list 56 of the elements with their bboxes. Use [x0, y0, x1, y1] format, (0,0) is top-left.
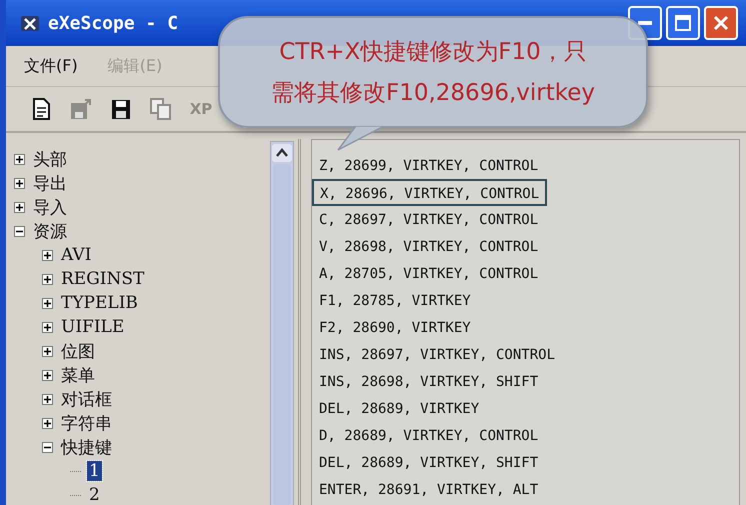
- tree-item[interactable]: TYPELIB: [59, 293, 140, 313]
- callout-text: 需将其修改F10,28696,virtkey: [270, 79, 596, 108]
- expander-icon[interactable]: [14, 226, 25, 236]
- tree-item[interactable]: 导入: [31, 196, 69, 218]
- expander-icon[interactable]: [14, 154, 25, 164]
- maximize-button[interactable]: [666, 6, 700, 40]
- list-item[interactable]: INS, 28698, VIRTKEY, SHIFT: [312, 368, 546, 395]
- list-item[interactable]: Z, 28699, VIRTKEY, CONTROL: [312, 152, 546, 179]
- copy-icon: [150, 98, 172, 120]
- callout-text: CTR+X快捷键修改为F10，只: [279, 38, 587, 67]
- tree-item[interactable]: 资源: [31, 220, 69, 242]
- expander-icon[interactable]: [42, 394, 53, 404]
- tree-item[interactable]: 字符串: [59, 412, 114, 434]
- tree-item[interactable]: 快捷键: [59, 436, 114, 458]
- document-icon: [31, 98, 51, 120]
- maximize-icon: [675, 15, 691, 31]
- list-item[interactable]: A, 28705, VIRTKEY, CONTROL: [312, 260, 546, 287]
- expander-icon[interactable]: [42, 322, 53, 332]
- list-item[interactable]: F1, 28785, VIRTKEY: [312, 287, 478, 314]
- scroll-up-icon[interactable]: [272, 144, 292, 162]
- tree-item[interactable]: 2: [87, 485, 102, 505]
- list-item[interactable]: ENTER, 28691, VIRTKEY, ALT: [312, 476, 546, 503]
- tree-item[interactable]: REGINST: [59, 269, 146, 289]
- tree-item[interactable]: 导出: [31, 172, 69, 194]
- list-item[interactable]: D, 28689, VIRTKEY, CONTROL: [312, 422, 546, 449]
- list-item[interactable]: C, 28697, VIRTKEY, CONTROL: [312, 206, 546, 233]
- expander-icon[interactable]: [14, 202, 25, 212]
- list-item[interactable]: INS, 28697, VIRTKEY, CONTROL: [312, 341, 562, 368]
- expander-icon[interactable]: [42, 442, 53, 452]
- list-item[interactable]: DEL, 28689, VIRTKEY: [312, 395, 486, 422]
- tree-item[interactable]: 1: [87, 461, 102, 481]
- close-button[interactable]: [704, 6, 738, 40]
- menu-item[interactable]: 文件(F): [24, 56, 78, 76]
- tree-item[interactable]: AVI: [59, 245, 94, 265]
- window-title: eXeScope - C: [48, 12, 178, 34]
- list-item[interactable]: F2, 28690, VIRTKEY: [312, 314, 478, 341]
- minimize-icon: [638, 21, 652, 25]
- list-item[interactable]: V, 28698, VIRTKEY, CONTROL: [312, 233, 546, 260]
- expander-icon[interactable]: [42, 370, 53, 380]
- list-item[interactable]: X, 28696, VIRTKEY, CONTROL: [312, 179, 548, 206]
- expander-icon[interactable]: [42, 274, 53, 284]
- expander-icon[interactable]: [42, 346, 53, 356]
- app-logo-icon: [20, 13, 40, 33]
- tree-item[interactable]: 位图: [59, 340, 97, 362]
- scrollbar[interactable]: [270, 141, 294, 505]
- tree-item[interactable]: 菜单: [59, 364, 97, 386]
- close-icon: [713, 15, 729, 31]
- tree-item[interactable]: 头部: [31, 148, 69, 170]
- list-item[interactable]: DEL, 28689, VIRTKEY, SHIFT: [312, 449, 546, 476]
- expander-icon[interactable]: [14, 178, 25, 188]
- expander-icon[interactable]: [42, 298, 53, 308]
- expander-icon[interactable]: [42, 418, 53, 428]
- expander-icon[interactable]: [42, 250, 53, 260]
- tree-item[interactable]: 对话框: [59, 388, 114, 410]
- disk-arrow-icon: [70, 98, 92, 120]
- tree-item[interactable]: UIFILE: [59, 317, 126, 337]
